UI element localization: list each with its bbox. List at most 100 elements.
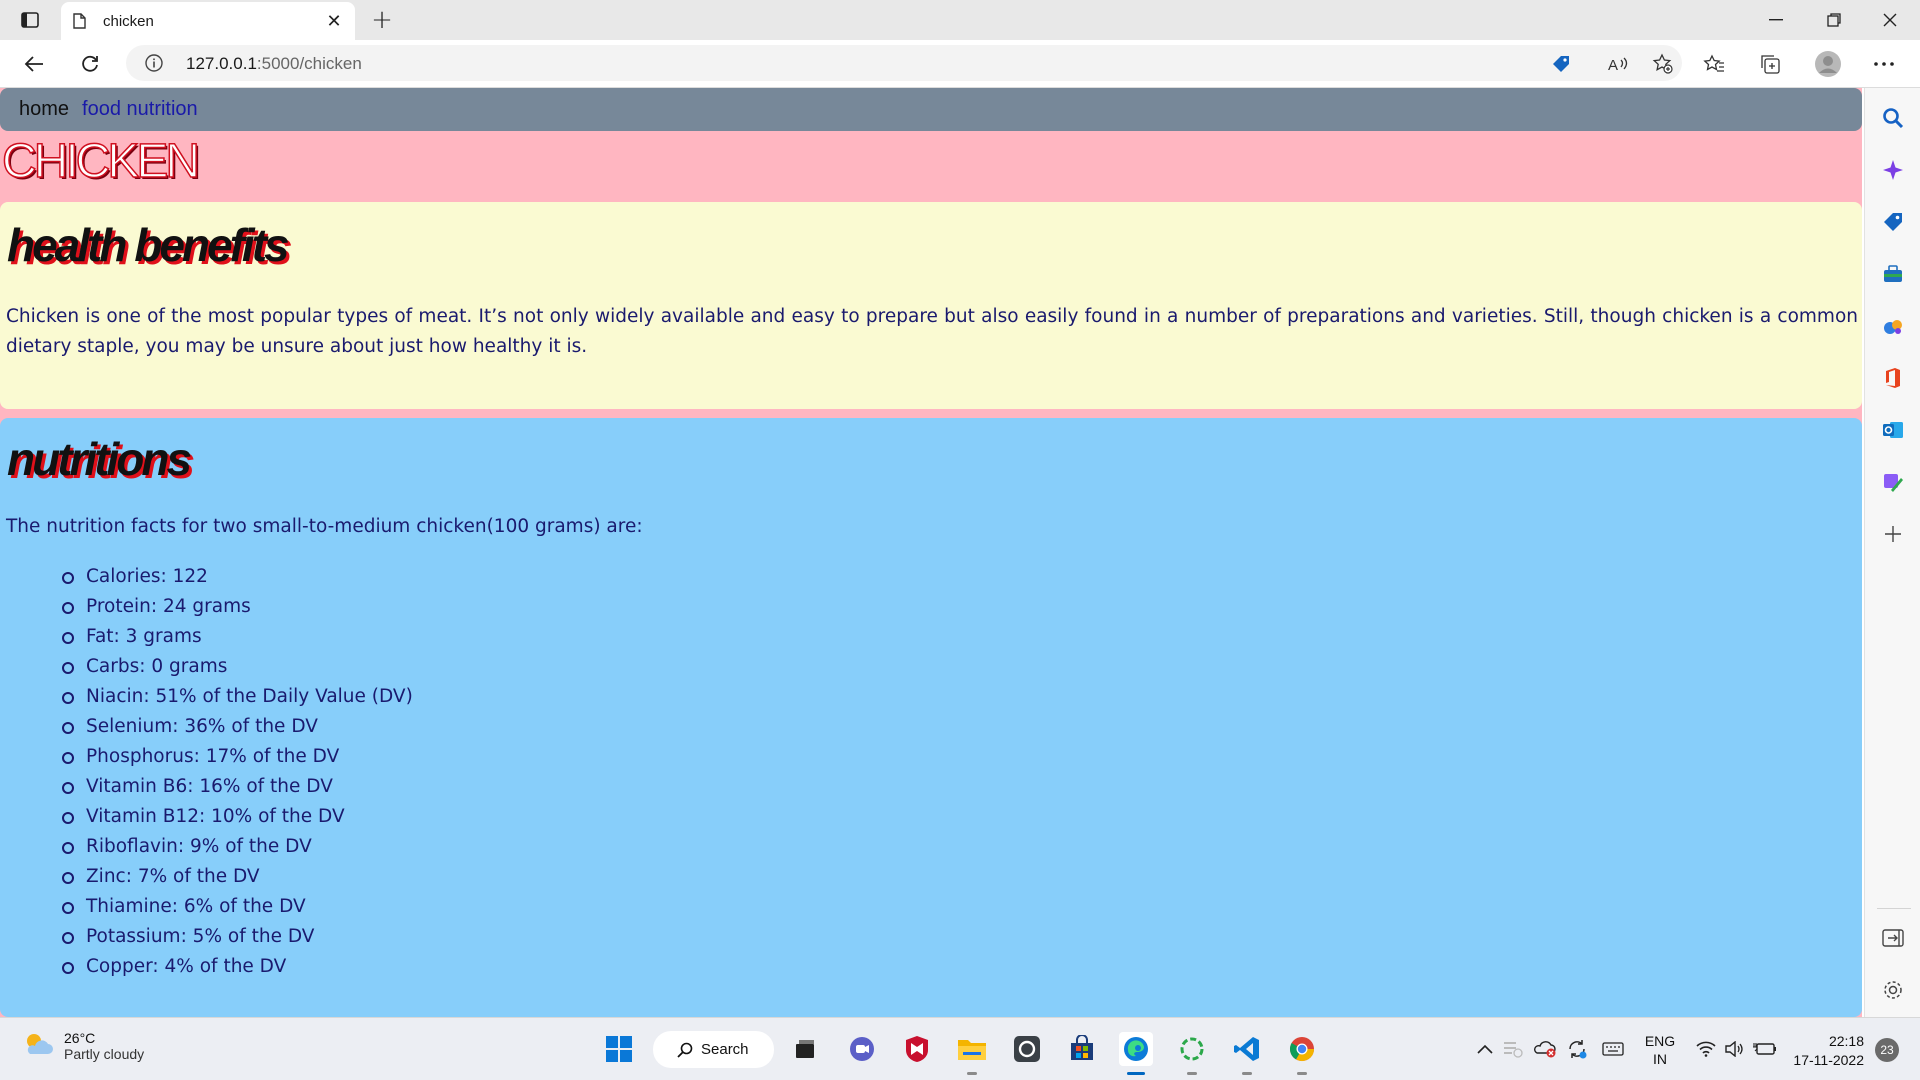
clock-date: 17-11-2022 [1793, 1052, 1864, 1068]
search-icon[interactable] [1879, 104, 1907, 132]
start-button[interactable] [602, 1032, 636, 1066]
page-title: CHICKEN [1, 134, 201, 189]
wifi-icon[interactable] [1694, 1036, 1718, 1062]
nutrient-list: Calories: 122 Protein: 24 grams Fat: 3 g… [62, 562, 413, 982]
language-code: ENG [1644, 1033, 1676, 1049]
add-favorite-icon[interactable] [1652, 53, 1674, 75]
taskbar-search-label: Search [701, 1041, 749, 1058]
collections-icon[interactable] [1754, 48, 1786, 80]
health-benefits-heading: health benefits [7, 219, 290, 271]
list-item: Carbs: 0 grams [62, 652, 413, 682]
notification-badge[interactable]: 23 [1875, 1038, 1899, 1062]
battery-charging-icon[interactable] [1752, 1036, 1778, 1062]
sidebar-settings-icon[interactable] [1879, 976, 1907, 1004]
outlook-icon[interactable] [1879, 416, 1907, 444]
running-indicator [1187, 1072, 1197, 1075]
refresh-button[interactable] [72, 48, 108, 80]
list-item: Potassium: 5% of the DV [62, 922, 413, 952]
page-viewport: home food nutrition CHICKEN health benef… [0, 88, 1862, 1017]
browser-tab-strip: chicken ✕ + [0, 0, 1920, 40]
weather-widget[interactable]: 26°C Partly cloudy [22, 1030, 144, 1062]
keyboard-icon[interactable] [1600, 1036, 1626, 1062]
designer-icon[interactable] [1879, 468, 1907, 496]
running-indicator [1127, 1072, 1145, 1075]
list-item: Zinc: 7% of the DV [62, 862, 413, 892]
svg-text:A: A [1608, 57, 1618, 74]
chrome-icon[interactable] [1285, 1032, 1319, 1075]
list-item: Niacin: 51% of the Daily Value (DV) [62, 682, 413, 712]
tab-title: chicken [103, 12, 154, 30]
sync-icon[interactable] [1564, 1036, 1590, 1062]
browser-tab[interactable]: chicken ✕ [61, 2, 355, 40]
search-icon [677, 1042, 693, 1058]
taskbar-clock[interactable]: 22:18 17-11-2022 [1788, 1032, 1864, 1070]
task-view-icon[interactable] [788, 1032, 822, 1066]
loading-app-icon[interactable] [1175, 1032, 1209, 1075]
favorites-icon[interactable] [1698, 48, 1730, 80]
edge-browser-icon[interactable] [1119, 1032, 1153, 1075]
list-item: Calories: 122 [62, 562, 413, 592]
shopping-icon[interactable] [1879, 208, 1907, 236]
vscode-icon[interactable] [1230, 1032, 1264, 1075]
running-indicator [1242, 1072, 1252, 1075]
nav-home-link[interactable]: home [19, 98, 69, 121]
running-indicator [967, 1072, 977, 1075]
more-options-icon[interactable] [1868, 48, 1900, 80]
profile-avatar[interactable] [1812, 48, 1844, 80]
health-benefits-text: Chicken is one of the most popular types… [6, 306, 1858, 357]
teams-chat-icon[interactable] [845, 1032, 879, 1066]
show-hidden-icons-chevron-icon[interactable] [1474, 1036, 1496, 1062]
hide-sidebar-icon[interactable] [1879, 924, 1907, 952]
restore-button[interactable] [1806, 0, 1862, 40]
microsoft-store-icon[interactable] [1065, 1032, 1099, 1066]
nav-food-nutrition-link[interactable]: food nutrition [82, 98, 198, 121]
nutritions-section: nutritions The nutrition facts for two s… [0, 418, 1862, 1017]
clock-time: 22:18 [1828, 1033, 1864, 1049]
running-indicator [1297, 1072, 1307, 1075]
region-code: IN [1653, 1051, 1667, 1067]
tray-network-status-icon[interactable] [1502, 1036, 1524, 1062]
list-item: Vitamin B12: 10% of the DV [62, 802, 413, 832]
tab-actions-icon[interactable] [16, 8, 44, 32]
language-indicator[interactable]: ENG IN [1640, 1030, 1680, 1070]
tools-icon[interactable] [1879, 260, 1907, 288]
office-icon[interactable] [1879, 364, 1907, 392]
close-window-button[interactable] [1862, 0, 1918, 40]
nutritions-heading: nutritions [7, 433, 192, 485]
health-benefits-section: health benefits Chicken is one of the mo… [0, 202, 1862, 409]
list-item: Copper: 4% of the DV [62, 952, 413, 982]
list-item: Vitamin B6: 16% of the DV [62, 772, 413, 802]
page-icon [73, 12, 89, 30]
sidebar-divider [1877, 908, 1911, 909]
edge-sidebar [1864, 88, 1920, 1017]
app-icon[interactable] [1010, 1032, 1044, 1066]
list-item: Selenium: 36% of the DV [62, 712, 413, 742]
taskbar-search-button[interactable]: Search [653, 1031, 774, 1068]
volume-icon[interactable] [1722, 1036, 1746, 1062]
file-explorer-icon[interactable] [955, 1032, 989, 1075]
shopping-tag-icon[interactable] [1550, 53, 1572, 75]
new-tab-button[interactable]: + [368, 5, 396, 35]
list-item: Fat: 3 grams [62, 622, 413, 652]
copilot-sparkle-icon[interactable] [1879, 156, 1907, 184]
add-sidebar-app-icon[interactable] [1879, 520, 1907, 548]
list-item: Riboflavin: 9% of the DV [62, 832, 413, 862]
site-info-icon[interactable] [144, 53, 164, 73]
site-navigation: home food nutrition [0, 88, 1862, 131]
onedrive-sync-error-icon[interactable] [1532, 1036, 1558, 1062]
partly-cloudy-icon [22, 1030, 54, 1062]
windows-taskbar: 26°C Partly cloudy Search ENG IN 22:18 1… [0, 1017, 1920, 1080]
minimize-button[interactable] [1748, 0, 1804, 40]
address-bar[interactable]: 127.0.0.1:5000/chicken A [126, 45, 1682, 81]
url-text[interactable]: 127.0.0.1:5000/chicken [186, 54, 362, 74]
list-item: Phosphorus: 17% of the DV [62, 742, 413, 772]
close-tab-icon[interactable]: ✕ [323, 10, 345, 32]
games-icon[interactable] [1879, 312, 1907, 340]
list-item: Thiamine: 6% of the DV [62, 892, 413, 922]
weather-temperature: 26°C [64, 1030, 96, 1046]
weather-condition: Partly cloudy [64, 1046, 145, 1062]
nutritions-intro: The nutrition facts for two small-to-med… [6, 516, 643, 537]
back-button[interactable] [16, 48, 52, 80]
read-aloud-icon[interactable]: A [1607, 53, 1629, 75]
mcafee-icon[interactable] [900, 1032, 934, 1066]
